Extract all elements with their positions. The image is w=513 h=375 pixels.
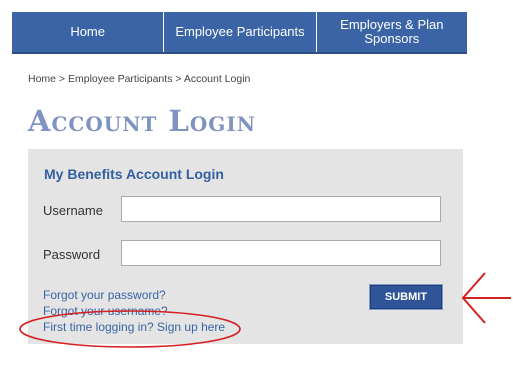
forgot-username-link[interactable]: Forgot your username? <box>43 304 168 318</box>
password-label: Password <box>43 247 101 262</box>
username-label: Username <box>43 203 103 218</box>
signup-link[interactable]: First time logging in? Sign up here <box>43 320 225 334</box>
username-input[interactable] <box>121 196 441 222</box>
password-input[interactable] <box>121 240 441 266</box>
forgot-password-link[interactable]: Forgot your password? <box>43 288 166 302</box>
left-arrow-icon <box>461 272 511 324</box>
main-nav: Home Employee Participants Employers & P… <box>12 12 467 54</box>
breadcrumb: Home > Employee Participants > Account L… <box>28 73 251 85</box>
submit-button[interactable]: SUBMIT <box>370 285 442 309</box>
nav-employers-plan-sponsors[interactable]: Employers & Plan Sponsors <box>317 12 467 52</box>
login-panel-title: My Benefits Account Login <box>44 166 224 182</box>
page-title: Account Login <box>28 104 256 138</box>
nav-home[interactable]: Home <box>12 12 165 52</box>
nav-employee-participants[interactable]: Employee Participants <box>164 12 317 52</box>
login-panel: My Benefits Account Login Username Passw… <box>28 149 463 344</box>
